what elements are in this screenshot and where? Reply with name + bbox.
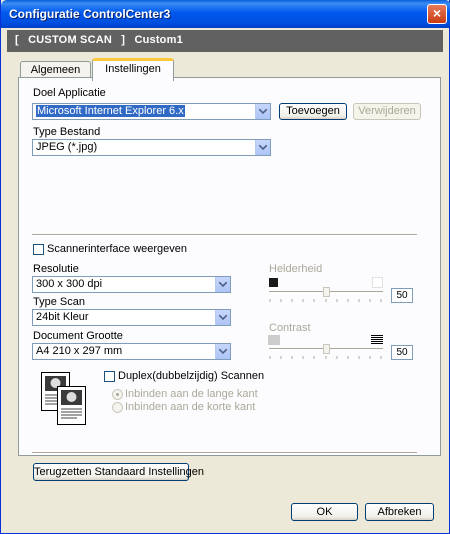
contrast-high-icon — [371, 335, 383, 344]
brightness-thumb[interactable] — [323, 287, 330, 297]
ok-button[interactable]: OK — [291, 503, 358, 521]
scan-type-value: 24bit Kleur — [36, 311, 89, 323]
resolution-select[interactable]: 300 x 300 dpi — [32, 276, 231, 293]
contrast-value: 50 — [391, 345, 413, 360]
document-size-value: A4 210 x 297 mm — [36, 345, 123, 357]
window-title: Configuratie ControlCenter3 — [9, 7, 171, 21]
reset-defaults-button[interactable]: Terugzetten Standaard Instellingen — [33, 463, 204, 481]
title-bar[interactable]: Configuratie ControlCenter3 × — [1, 0, 450, 28]
resolution-value: 300 x 300 dpi — [36, 278, 103, 290]
scan-type-select[interactable]: 24bit Kleur — [32, 309, 231, 326]
contrast-thumb[interactable] — [323, 344, 330, 354]
bind-short-edge-radio[interactable] — [112, 402, 123, 413]
divider — [32, 234, 417, 236]
document-size-label: Document Grootte — [33, 330, 123, 342]
chevron-down-icon — [255, 140, 270, 155]
resolution-label: Resolutie — [33, 263, 79, 275]
chevron-down-icon — [215, 277, 230, 292]
document-size-select[interactable]: A4 210 x 297 mm — [32, 343, 231, 360]
bind-short-edge-label[interactable]: Inbinden aan de korte kant — [125, 401, 255, 413]
contrast-ticks — [269, 356, 382, 359]
file-type-label: Type Bestand — [33, 126, 101, 138]
scanner-interface-checkbox[interactable] — [33, 244, 44, 255]
close-icon: × — [432, 5, 442, 21]
bind-long-edge-label[interactable]: Inbinden aan de lange kant — [125, 388, 258, 400]
chevron-down-icon — [255, 104, 270, 119]
close-button[interactable]: × — [427, 4, 447, 24]
radio-selected-dot — [116, 393, 119, 396]
duplex-label[interactable]: Duplex(dubbelzijdig) Scannen — [118, 370, 264, 382]
target-app-label: Doel Applicatie — [33, 87, 106, 99]
tab-instellingen[interactable]: Instellingen — [92, 58, 174, 81]
target-app-value: Microsoft Internet Explorer 6.x — [36, 105, 185, 117]
brightness-value: 50 — [391, 288, 413, 303]
brightness-label: Helderheid — [269, 263, 323, 275]
chevron-down-icon — [215, 344, 230, 359]
header-profile-name: Custom1 — [134, 34, 183, 46]
scanner-interface-label[interactable]: Scannerinterface weergeven — [47, 243, 187, 255]
chevron-down-icon — [215, 310, 230, 325]
header-bracket-right: ] — [121, 34, 126, 46]
scan-type-label: Type Scan — [33, 296, 85, 308]
cancel-button[interactable]: Afbreken — [365, 503, 434, 521]
contrast-low-icon — [268, 335, 280, 345]
brightness-ticks — [269, 299, 382, 302]
contrast-label: Contrast — [269, 322, 311, 334]
config-window: Configuratie ControlCenter3 × [ CUSTOM S… — [0, 0, 450, 534]
remove-application-button[interactable]: Verwijderen — [353, 103, 421, 120]
header-bracket-left: [ — [15, 34, 19, 46]
file-type-select[interactable]: JPEG (*.jpg) — [32, 139, 271, 156]
contrast-slider[interactable] — [269, 344, 383, 363]
divider — [32, 452, 417, 454]
brightness-slider[interactable] — [269, 287, 383, 306]
duplex-document-icon — [41, 372, 86, 425]
profile-header: [ CUSTOM SCAN ] Custom1 — [7, 30, 443, 52]
bind-long-edge-radio[interactable] — [112, 389, 123, 400]
header-scan-name: CUSTOM SCAN — [28, 34, 113, 46]
brightness-dark-icon — [269, 278, 278, 287]
file-type-value: JPEG (*.jpg) — [36, 141, 98, 153]
duplex-checkbox[interactable] — [104, 371, 115, 382]
brightness-light-icon — [372, 277, 383, 288]
target-app-select[interactable]: Microsoft Internet Explorer 6.x — [32, 103, 271, 120]
add-application-button[interactable]: Toevoegen — [279, 103, 347, 120]
